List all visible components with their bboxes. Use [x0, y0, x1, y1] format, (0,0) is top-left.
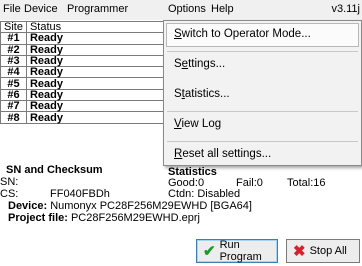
site-cell: #4: [0, 66, 27, 79]
table-row[interactable]: #6 Ready: [0, 88, 165, 102]
status-cell: Ready: [25, 111, 165, 124]
stop-all-label: Stop All: [309, 245, 347, 257]
status-cell: Ready: [25, 32, 165, 45]
site-cell: #3: [0, 54, 27, 68]
header-status: Status: [25, 20, 165, 34]
site-cell: #8: [0, 111, 27, 124]
site-cell: #2: [0, 43, 27, 56]
menu-bar: File Device Programmer Options Help v3.1…: [0, 0, 362, 20]
status-cell: Ready: [25, 54, 165, 68]
menu-device[interactable]: Device: [24, 3, 58, 15]
status-cell: Ready: [25, 77, 165, 90]
device-info: Device: Numonyx PC28F256M29EWHD [BGA64]: [8, 200, 252, 212]
stat-total: Total:16: [287, 177, 326, 189]
site-cell: #1: [0, 32, 27, 45]
menu-separator: [167, 51, 358, 52]
status-cell: Ready: [25, 88, 165, 102]
table-row[interactable]: #4 Ready: [0, 66, 165, 79]
project-label: Project file:: [8, 212, 68, 224]
status-cell: Ready: [25, 66, 165, 79]
x-icon: ✖: [293, 242, 306, 260]
menu-item-view-log[interactable]: View Log: [174, 118, 221, 130]
status-cell: Ready: [25, 43, 165, 56]
table-row[interactable]: #8 Ready: [0, 111, 165, 124]
sn-checksum-title: SN and Checksum: [6, 164, 103, 176]
status-cell: Ready: [25, 100, 165, 113]
table-row[interactable]: #2 Ready: [0, 43, 165, 56]
menu-programmer[interactable]: Programmer: [67, 3, 128, 15]
site-cell: #6: [0, 88, 27, 102]
menu-item-reset-settings[interactable]: Reset all settings...: [174, 148, 271, 160]
table-row[interactable]: #3 Ready: [0, 54, 165, 68]
table-row[interactable]: #5 Ready: [0, 77, 165, 90]
cs-value: FF040FBDh: [50, 188, 110, 200]
table-header-row: Site Status: [0, 20, 165, 34]
menu-item-statistics[interactable]: Statistics...: [174, 88, 230, 100]
stop-all-button[interactable]: ✖ Stop All: [286, 239, 360, 263]
site-cell: #5: [0, 77, 27, 90]
menu-item-switch-operator-mode[interactable]: Switch to Operator Mode...: [174, 28, 311, 40]
menu-separator: [167, 111, 358, 112]
header-site: Site: [0, 20, 27, 34]
options-dropdown-menu: Switch to Operator Mode... Settings... S…: [163, 20, 362, 166]
menu-options[interactable]: Options: [168, 3, 206, 15]
run-program-button[interactable]: ✔ Run Program: [196, 239, 278, 263]
run-program-label: Run Program: [219, 239, 262, 263]
site-status-table: Site Status #1 Ready #2 Ready #3 Ready #4 Re…: [0, 20, 165, 124]
device-value: Numonyx PC28F256M29EWHD [BGA64]: [50, 200, 252, 212]
menu-help[interactable]: Help: [211, 3, 234, 15]
site-cell: #7: [0, 100, 27, 113]
table-row[interactable]: #7 Ready: [0, 100, 165, 113]
menu-file[interactable]: File: [3, 3, 21, 15]
device-label: Device:: [8, 200, 48, 212]
table-row[interactable]: #1 Ready: [0, 32, 165, 45]
checkmark-icon: ✔: [203, 242, 216, 260]
menu-separator: [167, 141, 358, 142]
project-info: Project file: PC28F256M29EWHD.eprj: [8, 212, 200, 224]
menu-item-settings[interactable]: Settings...: [174, 58, 225, 70]
project-value: PC28F256M29EWHD.eprj: [70, 212, 200, 224]
cs-label: CS:: [0, 188, 19, 200]
sn-label: SN:: [0, 176, 19, 188]
version-label: v3.11j: [331, 3, 360, 15]
countdown-status: Ctdn: Disabled: [168, 188, 241, 200]
